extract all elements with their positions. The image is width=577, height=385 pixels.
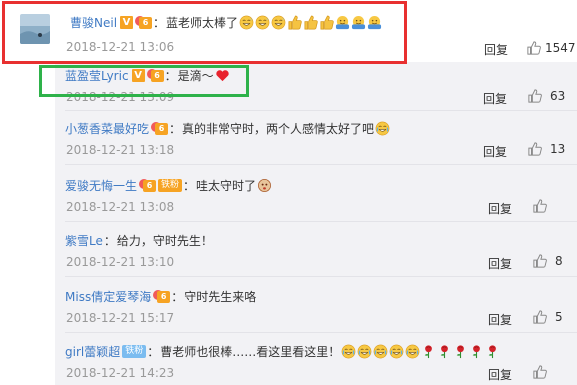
- like-count: 13: [550, 142, 566, 156]
- thumbs-up-icon: [533, 254, 547, 268]
- member-icon: 6: [139, 179, 157, 192]
- fan-badge: 铁粉: [122, 345, 147, 358]
- member-icon: 6: [153, 290, 171, 303]
- crying-laugh-icon: [341, 344, 356, 359]
- rose-icon: [457, 345, 465, 359]
- surprised-face-icon: [258, 179, 272, 192]
- timestamp: 2018-12-21 13:18: [66, 143, 175, 157]
- reply-item: 爱骏无悔一生 6 铁粉：哇太守时了 2018-12-21 13:08 回复: [55, 172, 577, 222]
- comment-line: 小葱香菜最好吃 6：真的非常守时，两个人感情太好了吧: [65, 120, 390, 137]
- like-count: 63: [550, 89, 566, 103]
- crying-laugh-icon: [375, 121, 390, 136]
- divider: [65, 221, 577, 222]
- username-link[interactable]: girl蕾颖超: [65, 343, 120, 360]
- reply-button[interactable]: 回复: [488, 200, 512, 217]
- divider: [65, 164, 577, 165]
- like-button[interactable]: [533, 199, 555, 213]
- reply-button[interactable]: 回复: [483, 90, 507, 107]
- rose-icon: [473, 345, 481, 359]
- reply-button[interactable]: 回复: [483, 143, 507, 160]
- thumbs-up-icon: [528, 142, 542, 156]
- thumbs-up-icon: [528, 89, 542, 103]
- highlight-green-box: [39, 65, 249, 97]
- reply-item: girl蕾颖超 铁粉：曹老师也很棒……看这里看这里！ 2018-12-21 14:2…: [55, 338, 577, 382]
- comment-line: girl蕾颖超 铁粉：曹老师也很棒……看这里看这里！: [65, 343, 500, 360]
- like-button[interactable]: 1547: [527, 41, 576, 55]
- comment-line: Miss倩定爱琴海 6：守时先生来咯: [65, 288, 257, 305]
- divider: [65, 276, 577, 277]
- member-icon: 6: [151, 122, 169, 135]
- thumbs-up-icon: [533, 310, 547, 324]
- thumbs-up-icon: [533, 365, 547, 379]
- fan-badge: 铁粉: [158, 179, 183, 192]
- like-count: 5: [555, 310, 563, 324]
- comment-text: 哇太守时了: [196, 179, 257, 193]
- rose-icon: [489, 345, 497, 359]
- reply-item: 紫雪Le：给力，守时先生！ 2018-12-21 13:10 回复 8: [55, 227, 577, 277]
- divider: [65, 332, 577, 333]
- reply-list: 蓝盈莹Lyric V 6：是滴～ 2018-12-21 13:09 回复 63 小葱香菜最好…: [55, 62, 577, 385]
- divider: [65, 110, 577, 111]
- thumbs-up-icon: [533, 199, 547, 213]
- comment-line: 爱骏无悔一生 6 铁粉：哇太守时了: [65, 177, 272, 194]
- like-button[interactable]: 5: [533, 310, 563, 324]
- thumbs-up-icon: [527, 41, 541, 55]
- crying-laugh-icon: [373, 344, 388, 359]
- reply-button[interactable]: 回复: [488, 255, 512, 272]
- username-link[interactable]: Miss倩定爱琴海: [65, 288, 151, 305]
- like-button[interactable]: 63: [528, 89, 565, 103]
- crying-laugh-icon: [405, 344, 420, 359]
- username-link[interactable]: 爱骏无悔一生: [65, 177, 137, 194]
- comment-text: 曹老师也很棒……看这里看这里！: [160, 345, 341, 359]
- reply-item: Miss倩定爱琴海 6：守时先生来咯 2018-12-21 15:17 回复 5: [55, 283, 577, 333]
- username-link[interactable]: 紫雪Le: [65, 232, 103, 249]
- timestamp: 2018-12-21 15:17: [66, 311, 175, 325]
- like-count: 1547: [545, 41, 576, 55]
- reply-button[interactable]: 回复: [484, 41, 508, 58]
- like-button[interactable]: 8: [533, 254, 563, 268]
- reply-item: 小葱香菜最好吃 6：真的非常守时，两个人感情太好了吧 2018-12-21 13:1…: [55, 115, 577, 165]
- like-button[interactable]: [533, 365, 555, 379]
- rose-icon: [425, 345, 433, 359]
- comment-text: 守时先生来咯: [184, 290, 257, 304]
- crying-laugh-icon: [389, 344, 404, 359]
- comment-line: 紫雪Le：给力，守时先生！: [65, 232, 213, 249]
- rose-icon: [441, 345, 449, 359]
- comment-text: 给力，守时先生！: [116, 234, 213, 248]
- comment-text: 真的非常守时，两个人感情太好了吧: [182, 122, 375, 136]
- timestamp: 2018-12-21 13:08: [66, 200, 175, 214]
- crying-laugh-icon: [357, 344, 372, 359]
- username-link[interactable]: 小葱香菜最好吃: [65, 120, 149, 137]
- timestamp: 2018-12-21 13:10: [66, 255, 175, 269]
- reply-button[interactable]: 回复: [488, 366, 512, 383]
- reply-button[interactable]: 回复: [488, 311, 512, 328]
- timestamp: 2018-12-21 14:23: [66, 366, 175, 380]
- highlight-red-box: [2, 1, 407, 64]
- like-button[interactable]: 13: [528, 142, 565, 156]
- like-count: 8: [555, 254, 563, 268]
